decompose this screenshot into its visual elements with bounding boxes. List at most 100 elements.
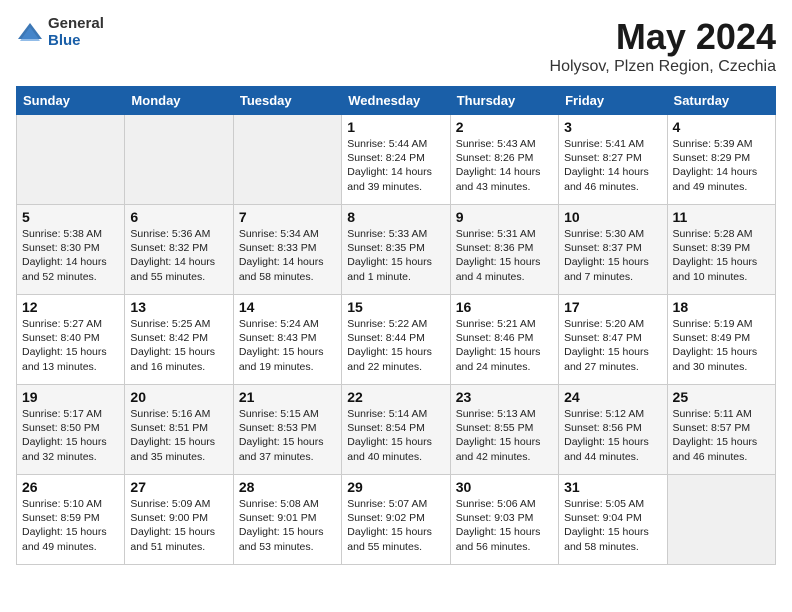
calendar-body: 1Sunrise: 5:44 AM Sunset: 8:24 PM Daylig… [17,115,776,565]
day-number: 15 [347,299,444,315]
weekday-header-thursday: Thursday [450,87,558,115]
calendar-cell: 8 Sunrise: 5:33 AM Sunset: 8:35 PM Daylig… [342,205,450,295]
weekday-header-row: SundayMondayTuesdayWednesdayThursdayFrid… [17,87,776,115]
calendar-cell: 18Sunrise: 5:19 AM Sunset: 8:49 PM Dayli… [667,295,775,385]
weekday-header-sunday: Sunday [17,87,125,115]
day-info: Sunrise: 5:07 AM Sunset: 9:02 PM Dayligh… [347,497,444,554]
day-number: 31 [564,479,661,495]
day-info: Sunrise: 5:06 AM Sunset: 9:03 PM Dayligh… [456,497,553,554]
calendar-cell: 31Sunrise: 5:05 AM Sunset: 9:04 PM Dayli… [559,475,667,565]
page-header: General Blue May 2024 Holysov, Plzen Reg… [16,16,776,76]
day-info: Sunrise: 5:33 AM Sunset: 8:35 PM Dayligh… [347,227,444,284]
calendar-cell: 25Sunrise: 5:11 AM Sunset: 8:57 PM Dayli… [667,385,775,475]
day-number: 3 [564,119,661,135]
calendar-week-2: 5Sunrise: 5:38 AM Sunset: 8:30 PM Daylig… [17,205,776,295]
day-number: 6 [130,209,227,225]
calendar-header: SundayMondayTuesdayWednesdayThursdayFrid… [17,87,776,115]
day-info: Sunrise: 5:20 AM Sunset: 8:47 PM Dayligh… [564,317,661,374]
calendar-cell: 30 Sunrise: 5:06 AM Sunset: 9:03 PM Dayli… [450,475,558,565]
weekday-header-tuesday: Tuesday [233,87,341,115]
day-number: 14 [239,299,336,315]
calendar-cell: 3Sunrise: 5:41 AM Sunset: 8:27 PM Daylig… [559,115,667,205]
day-info: Sunrise: 5:39 AM Sunset: 8:29 PM Dayligh… [673,137,770,194]
logo: General Blue [16,16,104,49]
day-info: Sunrise: 5:08 AM Sunset: 9:01 PM Dayligh… [239,497,336,554]
day-number: 28 [239,479,336,495]
logo-icon [16,19,44,47]
calendar-cell: 2Sunrise: 5:43 AM Sunset: 8:26 PM Daylig… [450,115,558,205]
day-number: 12 [22,299,119,315]
day-info: Sunrise: 5:09 AM Sunset: 9:00 PM Dayligh… [130,497,227,554]
day-number: 9 [456,209,553,225]
day-number: 30 [456,479,553,495]
day-number: 16 [456,299,553,315]
day-info: Sunrise: 5:21 AM Sunset: 8:46 PM Dayligh… [456,317,553,374]
logo-general-text: General [48,16,104,33]
day-number: 10 [564,209,661,225]
day-number: 22 [347,389,444,405]
day-info: Sunrise: 5:28 AM Sunset: 8:39 PM Dayligh… [673,227,770,284]
day-info: Sunrise: 5:36 AM Sunset: 8:32 PM Dayligh… [130,227,227,284]
weekday-header-wednesday: Wednesday [342,87,450,115]
weekday-header-saturday: Saturday [667,87,775,115]
calendar-cell: 15 Sunrise: 5:22 AM Sunset: 8:44 PM Dayli… [342,295,450,385]
calendar-cell [125,115,233,205]
calendar-cell: 28 Sunrise: 5:08 AM Sunset: 9:01 PM Dayli… [233,475,341,565]
calendar-cell: 13 Sunrise: 5:25 AM Sunset: 8:42 PM Dayli… [125,295,233,385]
day-number: 13 [130,299,227,315]
day-number: 21 [239,389,336,405]
calendar-cell: 19 Sunrise: 5:17 AM Sunset: 8:50 PM Dayli… [17,385,125,475]
day-number: 11 [673,209,770,225]
day-info: Sunrise: 5:12 AM Sunset: 8:56 PM Dayligh… [564,407,661,464]
calendar-location: Holysov, Plzen Region, Czechia [550,58,776,76]
calendar-cell: 7 Sunrise: 5:34 AM Sunset: 8:33 PM Daylig… [233,205,341,295]
day-number: 2 [456,119,553,135]
calendar-cell: 11 Sunrise: 5:28 AM Sunset: 8:39 PM Dayli… [667,205,775,295]
calendar-cell: 16 Sunrise: 5:21 AM Sunset: 8:46 PM Dayli… [450,295,558,385]
weekday-header-monday: Monday [125,87,233,115]
day-info: Sunrise: 5:25 AM Sunset: 8:42 PM Dayligh… [130,317,227,374]
day-info: Sunrise: 5:22 AM Sunset: 8:44 PM Dayligh… [347,317,444,374]
calendar-title: May 2024 [550,16,776,58]
day-info: Sunrise: 5:31 AM Sunset: 8:36 PM Dayligh… [456,227,553,284]
day-info: Sunrise: 5:10 AM Sunset: 8:59 PM Dayligh… [22,497,119,554]
calendar-cell: 10 Sunrise: 5:30 AM Sunset: 8:37 PM Dayli… [559,205,667,295]
day-number: 20 [130,389,227,405]
calendar-cell: 1Sunrise: 5:44 AM Sunset: 8:24 PM Daylig… [342,115,450,205]
calendar-cell: 29 Sunrise: 5:07 AM Sunset: 9:02 PM Dayli… [342,475,450,565]
day-number: 8 [347,209,444,225]
day-number: 19 [22,389,119,405]
day-info: Sunrise: 5:14 AM Sunset: 8:54 PM Dayligh… [347,407,444,464]
calendar-week-4: 19 Sunrise: 5:17 AM Sunset: 8:50 PM Dayli… [17,385,776,475]
day-info: Sunrise: 5:15 AM Sunset: 8:53 PM Dayligh… [239,407,336,464]
calendar-cell: 9 Sunrise: 5:31 AM Sunset: 8:36 PM Daylig… [450,205,558,295]
calendar-cell: 5Sunrise: 5:38 AM Sunset: 8:30 PM Daylig… [17,205,125,295]
calendar-cell: 20 Sunrise: 5:16 AM Sunset: 8:51 PM Dayli… [125,385,233,475]
day-number: 7 [239,209,336,225]
calendar-cell: 23 Sunrise: 5:13 AM Sunset: 8:55 PM Dayli… [450,385,558,475]
day-info: Sunrise: 5:38 AM Sunset: 8:30 PM Dayligh… [22,227,119,284]
day-number: 24 [564,389,661,405]
day-info: Sunrise: 5:17 AM Sunset: 8:50 PM Dayligh… [22,407,119,464]
calendar-cell: 24 Sunrise: 5:12 AM Sunset: 8:56 PM Dayli… [559,385,667,475]
calendar-cell: 14 Sunrise: 5:24 AM Sunset: 8:43 PM Dayli… [233,295,341,385]
calendar-cell: 4Sunrise: 5:39 AM Sunset: 8:29 PM Daylig… [667,115,775,205]
day-info: Sunrise: 5:11 AM Sunset: 8:57 PM Dayligh… [673,407,770,464]
calendar-cell [17,115,125,205]
day-number: 18 [673,299,770,315]
weekday-header-friday: Friday [559,87,667,115]
day-number: 26 [22,479,119,495]
day-number: 23 [456,389,553,405]
day-info: Sunrise: 5:30 AM Sunset: 8:37 PM Dayligh… [564,227,661,284]
day-number: 29 [347,479,444,495]
day-info: Sunrise: 5:16 AM Sunset: 8:51 PM Dayligh… [130,407,227,464]
title-block: May 2024 Holysov, Plzen Region, Czechia [550,16,776,76]
day-info: Sunrise: 5:24 AM Sunset: 8:43 PM Dayligh… [239,317,336,374]
day-info: Sunrise: 5:44 AM Sunset: 8:24 PM Dayligh… [347,137,444,194]
day-info: Sunrise: 5:13 AM Sunset: 8:55 PM Dayligh… [456,407,553,464]
calendar-cell: 6 Sunrise: 5:36 AM Sunset: 8:32 PM Daylig… [125,205,233,295]
day-info: Sunrise: 5:27 AM Sunset: 8:40 PM Dayligh… [22,317,119,374]
day-info: Sunrise: 5:34 AM Sunset: 8:33 PM Dayligh… [239,227,336,284]
calendar-cell: 22 Sunrise: 5:14 AM Sunset: 8:54 PM Dayli… [342,385,450,475]
day-number: 27 [130,479,227,495]
